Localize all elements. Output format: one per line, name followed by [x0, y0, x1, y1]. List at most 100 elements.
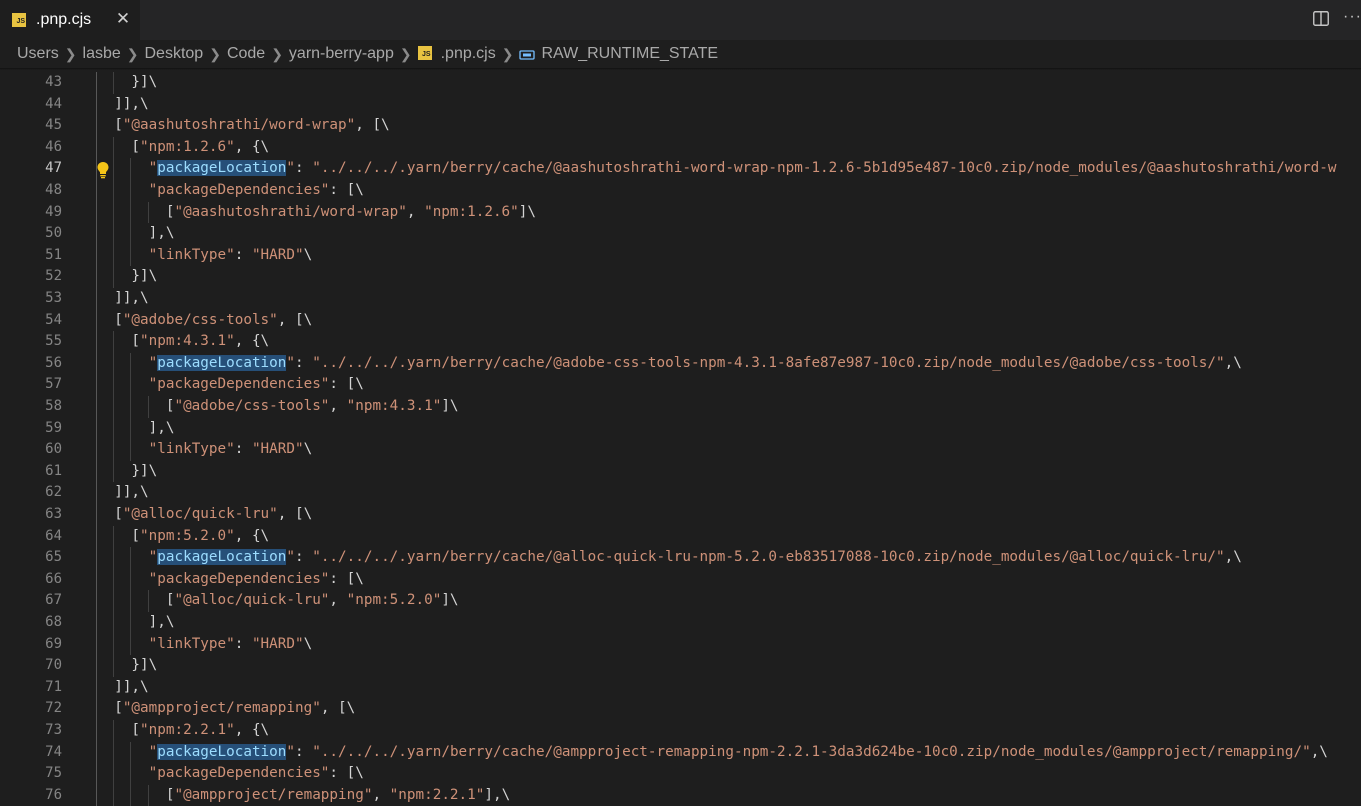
code-text: ["npm:5.2.0", {\ — [97, 527, 270, 544]
line-number: 59 — [45, 419, 62, 436]
indent-guide — [130, 244, 132, 267]
line-number: 74 — [45, 743, 62, 760]
code-line[interactable]: 71 ]],\ — [0, 676, 1361, 699]
code-text: "linkType": "HARD"\ — [148, 441, 313, 458]
code-editor[interactable]: 43 }]\ 44 ]],\ 45 ["@aashutoshrathi/word-w… — [0, 68, 1361, 806]
indent-guide — [96, 374, 97, 396]
line-number: 73 — [45, 722, 62, 738]
code-line[interactable]: 56 "packageLocation": "../../../.yarn/be… — [0, 352, 1361, 375]
split-editor-icon[interactable] — [1313, 11, 1329, 26]
indent-guide — [113, 201, 115, 224]
breadcrumb-item-yarn-berry-app[interactable]: yarn-berry-app — [289, 45, 394, 63]
indent-guide — [130, 374, 132, 396]
code-line[interactable]: 57 "packageDependencies": [\ — [0, 374, 1361, 396]
code-text: ["@ampproject/remapping", [\ — [97, 700, 356, 717]
code-line[interactable]: 45 ["@aashutoshrathi/word-wrap", [\ — [0, 115, 1361, 137]
code-line[interactable]: 50 ],\ — [0, 223, 1361, 245]
code-line[interactable]: 74 "packageLocation": "../../../.yarn/be… — [0, 741, 1361, 764]
breadcrumb-item-symbol[interactable]: RAW_RUNTIME_STATE — [541, 45, 718, 63]
code-text: ["npm:1.2.6", {\ — [97, 138, 270, 155]
code-line[interactable]: 73 ["npm:2.2.1", {\ — [0, 720, 1361, 742]
code-line[interactable]: 44 ]],\ — [0, 93, 1361, 116]
breadcrumb-item-file[interactable]: .pnp.cjs — [441, 45, 496, 63]
breadcrumb-item-code[interactable]: Code — [227, 45, 265, 63]
code-line[interactable]: 53 ]],\ — [0, 288, 1361, 310]
code-text: "linkType": "HARD"\ — [148, 246, 313, 263]
indent-guide — [96, 201, 97, 224]
code-line[interactable]: 64 ["npm:5.2.0", {\ — [0, 525, 1361, 548]
code-line[interactable]: 76 ["@ampproject/remapping", "npm:2.2.1"… — [0, 784, 1361, 806]
line-number: 47 — [45, 160, 62, 177]
line-number: 75 — [45, 765, 62, 782]
indent-guide — [96, 460, 97, 483]
line-number: 55 — [45, 333, 62, 350]
code-text: "packageLocation": "../../../.yarn/berry… — [148, 354, 1242, 371]
breadcrumb-item-users[interactable]: Users — [17, 45, 59, 63]
indent-guide — [147, 396, 149, 418]
code-line[interactable]: 62 ]],\ — [0, 482, 1361, 504]
more-actions-icon[interactable]: ··· — [1343, 8, 1361, 26]
indent-guide — [113, 784, 115, 806]
indent-guide — [96, 223, 97, 245]
indent-guide — [96, 244, 97, 267]
chevron-right-icon: ❯ — [126, 45, 139, 62]
indent-guide — [96, 676, 97, 699]
indent-guide — [96, 266, 97, 288]
breadcrumb-shadow — [0, 68, 1361, 70]
line-number: 61 — [45, 462, 62, 479]
line-number: 68 — [45, 614, 62, 630]
code-text: "packageLocation": "../../../.yarn/berry… — [148, 549, 1242, 566]
line-number: 66 — [45, 570, 62, 587]
code-line[interactable]: 69 "linkType": "HARD"\ — [0, 633, 1361, 656]
code-text: "packageDependencies": [\ — [148, 376, 364, 393]
lightbulb-icon[interactable] — [96, 161, 110, 179]
indent-guide — [113, 655, 115, 677]
chevron-right-icon: ❯ — [501, 45, 514, 62]
indent-guide — [113, 720, 115, 742]
line-number: 72 — [45, 700, 62, 717]
indent-guide — [113, 396, 115, 418]
breadcrumb-item-desktop[interactable]: Desktop — [145, 45, 204, 63]
code-line[interactable]: 54 ["@adobe/css-tools", [\ — [0, 309, 1361, 332]
line-number: 49 — [45, 203, 62, 220]
code-line[interactable]: 55 ["npm:4.3.1", {\ — [0, 331, 1361, 353]
js-file-icon: JS — [12, 13, 26, 27]
code-line[interactable]: 59 ],\ — [0, 417, 1361, 440]
indent-guide — [96, 741, 97, 764]
code-line[interactable]: 66 "packageDependencies": [\ — [0, 568, 1361, 591]
indent-guide — [130, 763, 132, 785]
indent-guide — [113, 439, 115, 461]
code-text: }]\ — [97, 74, 158, 90]
indent-guide — [113, 568, 115, 591]
code-line[interactable]: 70 }]\ — [0, 655, 1361, 677]
code-text: "packageDependencies": [\ — [148, 765, 364, 782]
code-line[interactable]: 47 "packageLocation": "../../../.yarn/be… — [0, 158, 1361, 180]
indent-guide — [113, 374, 115, 396]
tab-pnp-cjs[interactable]: JS .pnp.cjs ✕ — [0, 0, 140, 40]
code-text: ["@alloc/quick-lru", [\ — [97, 506, 313, 522]
code-line[interactable]: 58 ["@adobe/css-tools", "npm:4.3.1"]\ — [0, 396, 1361, 418]
code-line[interactable]: 68 ],\ — [0, 612, 1361, 634]
indent-guide — [96, 655, 97, 677]
line-number: 51 — [45, 246, 62, 263]
code-line[interactable]: 49 ["@aashutoshrathi/word-wrap", "npm:1.… — [0, 201, 1361, 224]
code-text: }]\ — [97, 268, 158, 285]
indent-guide — [130, 180, 132, 202]
breadcrumb-item-lasbe[interactable]: lasbe — [83, 45, 121, 63]
code-line[interactable]: 63 ["@alloc/quick-lru", [\ — [0, 504, 1361, 526]
code-line[interactable]: 48 "packageDependencies": [\ — [0, 180, 1361, 202]
code-line[interactable]: 72 ["@ampproject/remapping", [\ — [0, 698, 1361, 720]
chevron-right-icon: ❯ — [64, 45, 77, 62]
line-number: 64 — [45, 527, 62, 544]
code-line[interactable]: 51 "linkType": "HARD"\ — [0, 244, 1361, 267]
indent-guide — [113, 223, 115, 245]
code-line[interactable]: 60 "linkType": "HARD"\ — [0, 439, 1361, 461]
code-line[interactable]: 61 }]\ — [0, 460, 1361, 483]
code-line[interactable]: 43 }]\ — [0, 72, 1361, 94]
code-line[interactable]: 52 }]\ — [0, 266, 1361, 288]
code-line[interactable]: 67 ["@alloc/quick-lru", "npm:5.2.0"]\ — [0, 590, 1361, 612]
close-icon[interactable]: ✕ — [114, 9, 132, 29]
code-line[interactable]: 46 ["npm:1.2.6", {\ — [0, 136, 1361, 159]
code-line[interactable]: 75 "packageDependencies": [\ — [0, 763, 1361, 785]
code-line[interactable]: 65 "packageLocation": "../../../.yarn/be… — [0, 547, 1361, 569]
